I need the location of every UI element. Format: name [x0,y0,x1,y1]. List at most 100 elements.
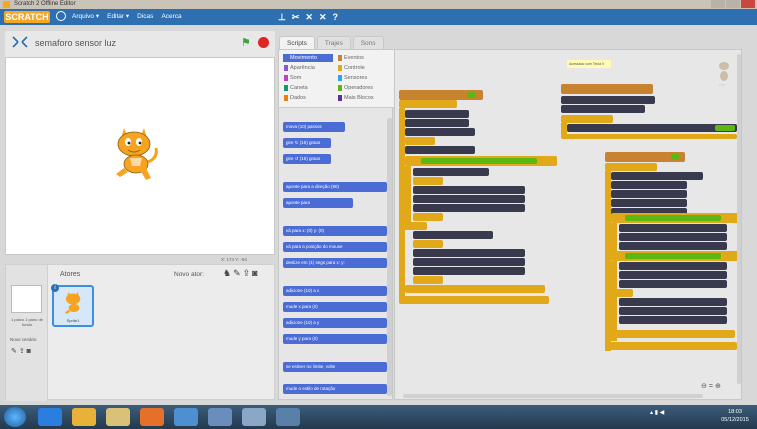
tab-scripts[interactable]: Scripts [279,36,315,49]
minimize-button[interactable] [711,0,725,8]
category-events[interactable]: Eventos [337,54,389,62]
paint-backdrop-icon[interactable]: ✎ [11,348,17,355]
else-block[interactable] [611,289,633,297]
menu-about[interactable]: Acerca [161,9,181,25]
forever-block[interactable] [605,163,657,171]
delete-icon[interactable]: ✂ [292,10,300,24]
stop-sign-icon[interactable] [258,37,269,48]
digital-pin-block[interactable] [619,233,727,241]
zoom-in-icon[interactable]: ⊕ [715,383,723,390]
palette-block[interactable]: mude y para (0) [283,334,387,344]
script-comment[interactable]: Acessado com Tecla 0 [567,60,611,68]
palette-block[interactable]: adicione (10) a x [283,286,387,296]
cat-sprite[interactable] [110,122,162,184]
camera-sprite-icon[interactable]: ◙ [252,268,259,278]
digital-pin-block[interactable] [611,181,687,189]
palette-block[interactable]: mude x para (0) [283,302,387,312]
wait-block[interactable] [413,213,443,221]
taskbar-clock[interactable]: 18:03 05/12/2015 [716,408,754,424]
category-pen[interactable]: Caneta [283,84,333,92]
analog-pin-block[interactable] [561,96,655,104]
stage-canvas[interactable] [5,57,275,255]
digital-pin-block[interactable] [611,199,687,207]
digital-pin-block[interactable] [561,105,645,113]
digital-pin-block[interactable] [405,110,469,118]
digital-pin-block[interactable] [413,168,489,176]
presentation-mode-icon[interactable] [11,35,29,49]
palette-block[interactable]: aponte para [283,198,353,208]
scripts-area[interactable]: Acessado com Tecla 0 x: 0 ⊖=⊕ [394,49,742,400]
maximize-button[interactable] [726,0,740,8]
app-taskbar-icon[interactable] [242,408,266,426]
key-dropdown[interactable] [671,154,679,160]
palette-block[interactable]: se estiver no limite, volte [283,362,387,372]
forever-block[interactable] [561,115,613,123]
scripts-vertical-scrollbar[interactable] [737,54,741,384]
sprite-library-icon[interactable]: ♞ [223,268,233,278]
wait-block[interactable] [413,177,443,185]
palette-scrollbar[interactable] [387,118,392,396]
script-hat-block[interactable] [561,84,653,94]
ie-icon[interactable] [38,408,62,426]
paint-sprite-icon[interactable]: ✎ [233,268,243,278]
set-variable-block[interactable] [567,124,737,132]
digital-pin-block[interactable] [619,224,727,232]
show-hidden-icon[interactable]: ▴ [650,410,653,416]
digital-pin-block[interactable] [413,249,525,257]
grow-icon[interactable]: ✕ [305,10,313,24]
palette-block[interactable]: mude o estilo de rotação [283,384,387,394]
wait-block[interactable] [405,137,435,145]
menu-file[interactable]: Arquivo ▾ [72,9,99,25]
sprite-tile[interactable]: i Sprite1 [51,284,94,327]
network-icon[interactable]: ▮ [655,410,658,416]
start-button[interactable] [4,407,26,427]
end-forever-block[interactable] [605,342,737,350]
tab-sounds[interactable]: Sons [352,36,384,49]
menu-tips[interactable]: Dicas [137,9,153,25]
duplicate-icon[interactable]: ⊥ [278,10,286,24]
wait-block[interactable] [413,276,443,284]
file-explorer-icon[interactable] [106,408,130,426]
condition-block[interactable] [421,158,537,164]
condition-block[interactable] [625,215,721,221]
digital-pin-block[interactable] [619,262,727,270]
language-globe-icon[interactable] [56,11,66,21]
digital-pin-block[interactable] [619,307,727,315]
category-control[interactable]: Controle [337,64,389,72]
digital-pin-block[interactable] [405,128,475,136]
digital-pin-block[interactable] [619,242,727,250]
chrome-icon[interactable] [72,408,96,426]
stage-thumbnail[interactable] [11,285,42,313]
shrink-icon[interactable]: ✕ [319,10,327,24]
tab-costumes[interactable]: Trajes [316,36,351,49]
digital-pin-block[interactable] [619,298,727,306]
palette-block[interactable]: deslize em (1) segs para x: y: [283,258,387,268]
upload-sprite-icon[interactable]: ⇪ [243,268,253,278]
info-icon[interactable]: i [51,284,59,292]
digital-pin-block[interactable] [413,204,525,212]
scratch-taskbar-icon[interactable] [208,408,232,426]
forever-block[interactable] [399,100,457,108]
project-title[interactable]: semaforo sensor luz [35,38,116,48]
media-player-icon[interactable] [174,408,198,426]
digital-pin-block[interactable] [619,316,727,324]
digital-pin-block[interactable] [413,231,493,239]
digital-pin-block[interactable] [413,267,525,275]
end-if-block[interactable] [405,285,545,293]
category-looks[interactable]: Aparência [283,64,333,72]
digital-pin-block[interactable] [413,258,525,266]
firefox-icon[interactable] [140,408,164,426]
category-motion[interactable]: Movimento [283,54,333,62]
help-icon[interactable]: ? [332,10,338,24]
end-if-block[interactable] [611,330,735,338]
menu-edit[interactable]: Editar ▾ [107,9,129,25]
digital-pin-block[interactable] [619,271,727,279]
digital-pin-block[interactable] [619,280,727,288]
palette-block[interactable]: gire ↻ (15) graus [283,138,331,148]
volume-icon[interactable]: ◀ [660,410,665,416]
palette-block[interactable]: adicione (10) a y [283,318,387,328]
palette-block[interactable]: mova (10) passos [283,122,345,132]
digital-pin-block[interactable] [413,195,525,203]
palette-block[interactable]: vá para x: (0) y: (0) [283,226,387,236]
digital-pin-block[interactable] [405,119,469,127]
